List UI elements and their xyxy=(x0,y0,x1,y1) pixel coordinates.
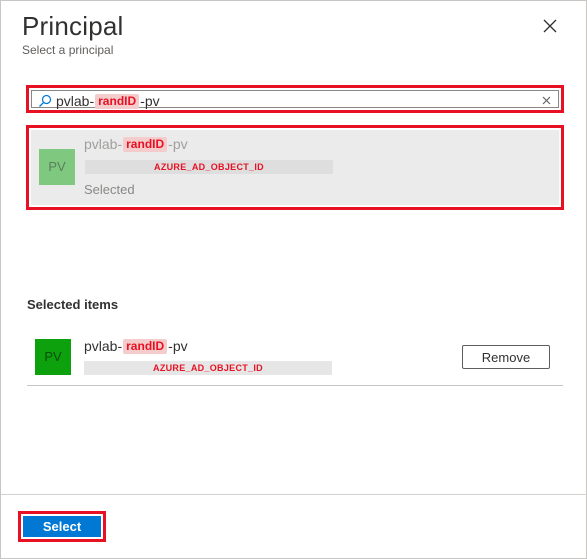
selected-item-name-tag: randID xyxy=(123,339,168,354)
clear-icon[interactable] xyxy=(540,94,553,107)
result-name-tag: randID xyxy=(123,137,168,152)
search-icon xyxy=(39,94,52,107)
avatar: PV xyxy=(35,339,71,375)
result-name: pvlab-randID -pv xyxy=(84,135,188,153)
search-value-suffix: -pv xyxy=(140,93,160,109)
selected-item-name-suffix: -pv xyxy=(168,338,188,354)
selected-item-object-id: AZURE_AD_OBJECT_ID xyxy=(84,361,332,375)
selected-item-row: PV pvlab-randID -pv AZURE_AD_OBJECT_ID Re… xyxy=(27,326,563,386)
search-value: pvlab-randID -pv xyxy=(56,92,160,110)
remove-button[interactable]: Remove xyxy=(462,345,550,369)
search-value-prefix: pvlab- xyxy=(56,93,95,109)
selected-items-heading: Selected items xyxy=(27,297,119,312)
search-result-item[interactable]: PV pvlab-randID -pv AZURE_AD_OBJECT_ID Se… xyxy=(31,130,559,205)
result-highlight: PV pvlab-randID -pv AZURE_AD_OBJECT_ID Se… xyxy=(26,125,564,210)
search-highlight: pvlab-randID -pv xyxy=(26,85,564,113)
search-value-tag: randID xyxy=(95,94,140,109)
result-name-prefix: pvlab- xyxy=(84,136,123,152)
select-button[interactable]: Select xyxy=(23,516,101,537)
search-input[interactable]: pvlab-randID -pv xyxy=(31,90,559,110)
panel-subtitle: Select a principal xyxy=(22,43,114,57)
result-name-suffix: -pv xyxy=(168,136,188,152)
selected-item-name-prefix: pvlab- xyxy=(84,338,123,354)
footer-divider xyxy=(1,494,587,495)
selected-item-name: pvlab-randID -pv xyxy=(84,337,188,355)
close-button[interactable] xyxy=(539,15,561,37)
close-icon xyxy=(543,19,557,33)
result-object-id: AZURE_AD_OBJECT_ID xyxy=(85,160,333,174)
principal-panel: Principal Select a principal pvlab-randI… xyxy=(0,0,587,559)
result-status: Selected xyxy=(84,182,135,197)
select-highlight: Select xyxy=(18,511,106,542)
avatar: PV xyxy=(39,149,75,185)
panel-title: Principal xyxy=(22,11,124,41)
